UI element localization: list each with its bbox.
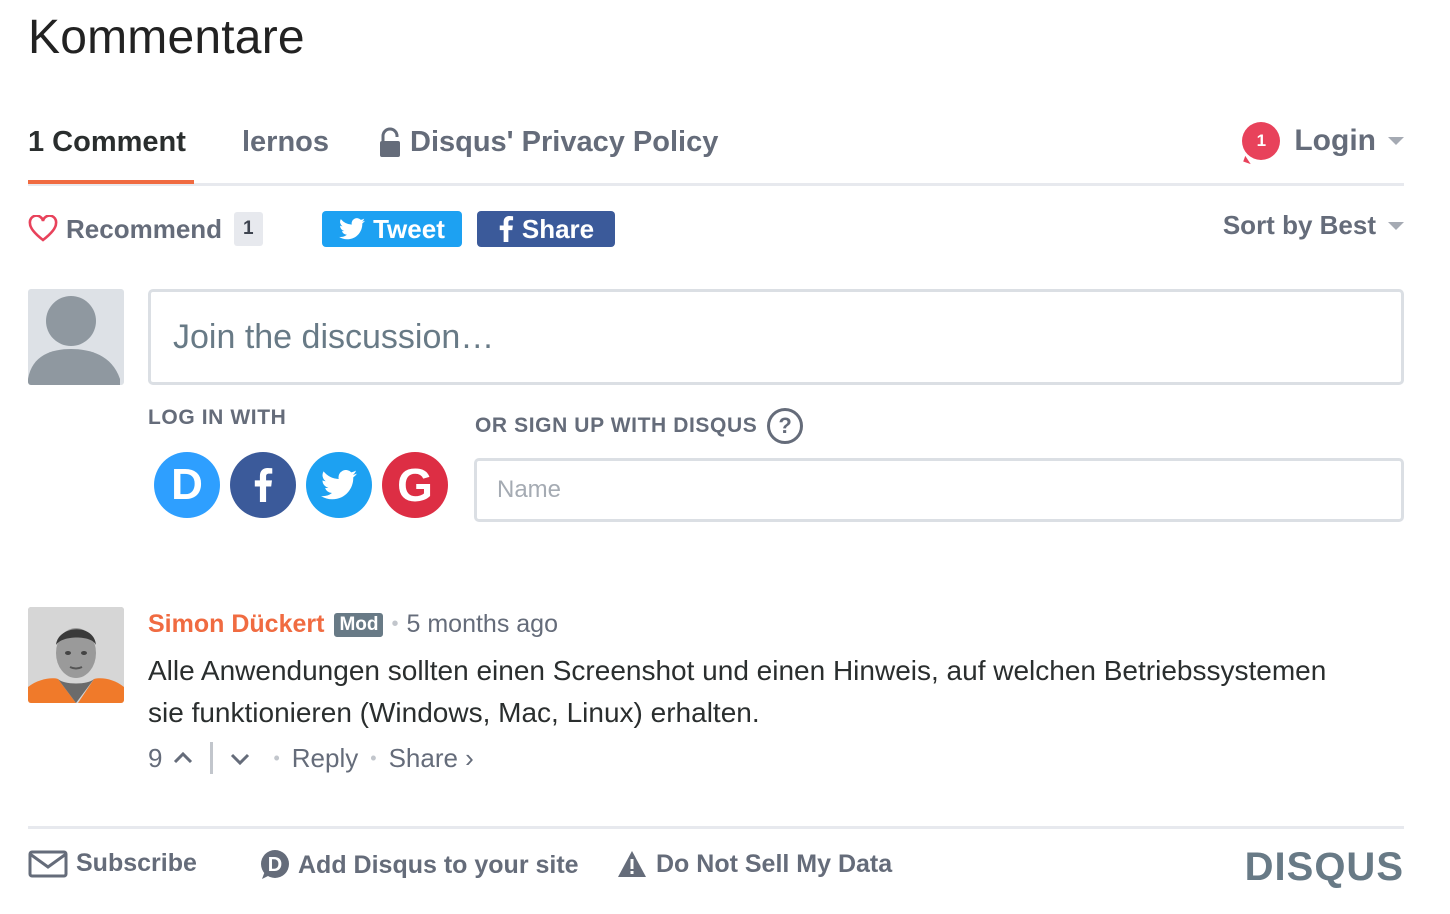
- do-not-sell-link[interactable]: Do Not Sell My Data: [616, 849, 892, 879]
- share-label: Share: [521, 213, 595, 244]
- tweet-button[interactable]: Tweet: [322, 211, 462, 247]
- recommend-button[interactable]: Recommend 1: [28, 212, 263, 246]
- help-icon[interactable]: ?: [767, 408, 804, 444]
- tab-comments[interactable]: 1 Comment: [28, 126, 186, 159]
- svg-text:D: D: [268, 854, 282, 876]
- signup-section-label: OR SIGN UP WITH DISQUS ?: [475, 408, 804, 444]
- page-title: Kommentare: [28, 11, 305, 64]
- social-login-buttons: D G: [154, 452, 458, 518]
- comment-text: Alle Anwendungen sollten einen Screensho…: [148, 655, 1327, 728]
- downvote-icon[interactable]: [229, 747, 251, 769]
- chevron-down-icon: [1388, 221, 1404, 230]
- google-login-button[interactable]: G: [382, 452, 448, 518]
- comment-author-avatar[interactable]: [28, 607, 124, 703]
- chevron-down-icon: [1388, 137, 1404, 145]
- do-not-sell-label: Do Not Sell My Data: [656, 849, 893, 878]
- envelope-icon: [28, 850, 68, 877]
- upvote-icon[interactable]: [172, 747, 194, 769]
- vote-count: 9: [148, 742, 163, 773]
- warning-icon: [618, 851, 646, 877]
- comment-footer: 9 • Reply • Share ›: [148, 742, 474, 774]
- facebook-login-button[interactable]: [230, 452, 296, 518]
- login-menu[interactable]: 1 Login: [1242, 122, 1404, 160]
- privacy-policy-label: Disqus' Privacy Policy: [410, 126, 719, 158]
- thread-actions: Recommend 1 Tweet Share Sort by Best: [28, 208, 1404, 252]
- comment-header: Simon Dückert Mod • 5 months ago: [148, 610, 558, 639]
- author-photo: [28, 607, 124, 703]
- disqus-login-button[interactable]: D: [154, 452, 220, 518]
- guest-avatar: [28, 289, 124, 385]
- disqus-icon: D: [171, 460, 203, 509]
- comment-share-button[interactable]: Share ›: [389, 743, 474, 774]
- facebook-share-button[interactable]: Share: [477, 211, 615, 247]
- reply-button[interactable]: Reply: [292, 743, 358, 774]
- recommend-count: 1: [234, 212, 263, 246]
- lock-icon: [380, 127, 400, 157]
- name-field[interactable]: Name: [474, 458, 1404, 522]
- tab-community[interactable]: lernos: [242, 126, 329, 159]
- twitter-login-button[interactable]: [306, 452, 372, 518]
- disqus-logo[interactable]: DISQUS: [1245, 845, 1404, 890]
- vote-divider: [210, 742, 214, 774]
- tweet-label: Tweet: [373, 213, 445, 244]
- login-with-label: LOG IN WITH: [148, 406, 287, 429]
- twitter-icon: [321, 470, 357, 500]
- user-silhouette-icon: [28, 296, 120, 385]
- separator-dot: •: [370, 747, 377, 768]
- disqus-footer: Subscribe D Add Disqus to your site Do N…: [28, 826, 1404, 896]
- google-icon: G: [397, 459, 433, 511]
- facebook-icon: [254, 468, 273, 502]
- add-disqus-label: Add Disqus to your site: [298, 850, 579, 879]
- separator-dot: •: [391, 613, 399, 635]
- subscribe-link[interactable]: Subscribe: [28, 849, 197, 878]
- recommend-label: Recommend: [66, 213, 223, 244]
- mod-badge: Mod: [334, 612, 384, 637]
- notification-badge[interactable]: 1: [1242, 122, 1281, 160]
- add-disqus-link[interactable]: D Add Disqus to your site: [258, 849, 579, 881]
- signup-label: OR SIGN UP WITH DISQUS: [475, 414, 758, 437]
- discussion-nav: 1 Comment lernos Disqus' Privacy Policy …: [28, 118, 1404, 186]
- heart-icon: [28, 215, 58, 242]
- active-tab-indicator: [28, 180, 194, 184]
- comment-author[interactable]: Simon Dückert: [148, 610, 324, 639]
- tab-privacy-policy[interactable]: Disqus' Privacy Policy: [378, 126, 718, 159]
- facebook-f-icon: [499, 216, 513, 242]
- sort-dropdown[interactable]: Sort by Best: [1223, 210, 1404, 241]
- twitter-bird-icon: [339, 218, 366, 240]
- login-label: Login: [1294, 124, 1376, 157]
- subscribe-label: Subscribe: [76, 849, 197, 877]
- comment-textarea[interactable]: Join the discussion…: [148, 289, 1404, 385]
- disqus-d-icon: D: [261, 850, 289, 879]
- comment-timestamp[interactable]: 5 months ago: [407, 610, 559, 639]
- separator-dot: •: [273, 747, 280, 768]
- sort-label: Sort by Best: [1222, 210, 1376, 240]
